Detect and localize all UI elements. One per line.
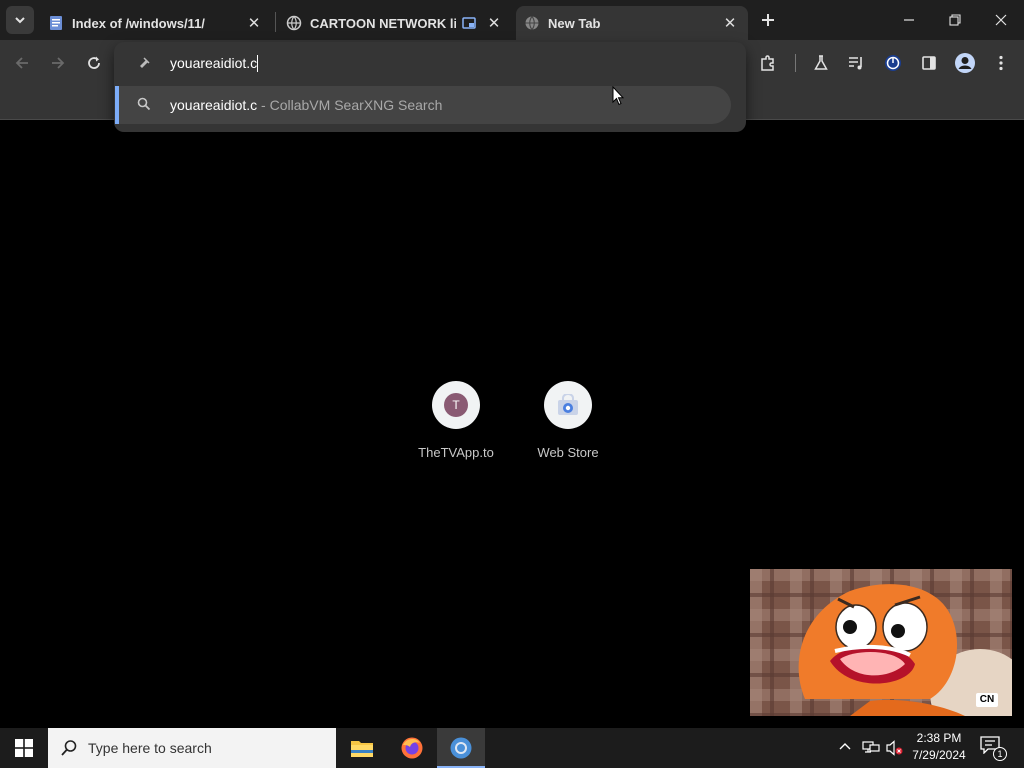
search-icon (137, 97, 151, 111)
tab-title: Index of /windows/11/ (72, 15, 205, 31)
taskbar-file-explorer[interactable] (338, 728, 386, 768)
suggestion-focus-indicator (115, 86, 119, 124)
suggestion-query: youareaidiot.c (170, 97, 258, 113)
restore-button[interactable] (932, 0, 978, 40)
volume-muted-icon[interactable] (886, 740, 904, 756)
notification-center-button[interactable]: 1 (980, 736, 1007, 762)
minimize-icon (904, 19, 914, 21)
arrow-left-icon (15, 57, 28, 69)
close-icon[interactable]: ✕ (246, 15, 262, 32)
profile-button[interactable] (952, 51, 978, 75)
restore-icon (949, 14, 961, 26)
extension-icon (885, 55, 901, 71)
omnibox-input-icon (136, 55, 152, 71)
site-icon (140, 57, 150, 68)
forward-button[interactable] (45, 51, 71, 75)
media-controls-button[interactable] (844, 51, 870, 75)
suggestion-detail: - CollabVM SearXNG Search (257, 97, 443, 113)
text-cursor (257, 55, 258, 72)
reload-button[interactable] (81, 51, 107, 75)
video-frame-image (750, 569, 1012, 716)
chrome-icon (450, 737, 472, 759)
tab-title: CARTOON NETWORK live s (310, 15, 456, 31)
taskbar-chrome[interactable] (437, 728, 485, 768)
back-button[interactable] (9, 51, 35, 75)
close-icon (995, 14, 1007, 26)
minimize-button[interactable] (886, 0, 932, 40)
close-icon[interactable]: ✕ (722, 15, 738, 32)
shortcut-label: Web Store (537, 445, 599, 460)
chevron-down-icon (15, 17, 25, 24)
tab-new-tab[interactable]: New Tab ✕ (516, 6, 748, 40)
flask-icon (814, 55, 828, 70)
extensions-button[interactable] (755, 51, 781, 75)
menu-button[interactable] (988, 51, 1014, 75)
chevron-up-icon (839, 743, 851, 750)
mouse-pointer-icon (612, 85, 625, 111)
picture-in-picture-video[interactable]: CN (750, 569, 1012, 716)
web-store-icon (558, 394, 578, 415)
network-icon[interactable] (862, 740, 880, 756)
tab-cartoon-network[interactable]: CARTOON NETWORK live s ✕ (276, 6, 512, 40)
arrow-right-icon (52, 57, 65, 69)
tab-strip: Index of /windows/11/ ✕ CARTOON NETWORK … (0, 0, 1024, 40)
close-icon[interactable]: ✕ (486, 15, 502, 32)
picture-in-picture-icon (462, 17, 476, 29)
reload-icon (88, 56, 100, 69)
clock-date: 7/29/2024 (912, 748, 966, 762)
plus-icon (762, 14, 774, 26)
shortcut-letter-avatar: T (444, 393, 468, 417)
labs-button[interactable] (808, 51, 834, 75)
toolbar-divider (795, 54, 796, 72)
firefox-icon (401, 737, 423, 759)
search-icon (61, 740, 77, 756)
suggestion-text: youareaidiot.c - CollabVM SearXNG Search (170, 97, 442, 113)
globe-icon (524, 15, 540, 31)
shortcut-tile: T (432, 381, 480, 429)
globe-icon (286, 15, 302, 31)
tab-search-button[interactable] (6, 6, 34, 34)
taskbar-search-box[interactable]: Type here to search (48, 728, 336, 768)
shortcut-thetvapp[interactable]: T TheTVApp.to (411, 381, 501, 460)
search-placeholder: Type here to search (88, 740, 212, 756)
tab-title: New Tab (548, 15, 601, 31)
folder-icon (351, 741, 373, 757)
omnibox-input[interactable]: youareaidiot.c (170, 55, 257, 71)
music-queue-icon (849, 57, 862, 70)
document-icon (48, 15, 64, 31)
taskbar-clock[interactable]: 2:38 PM 7/29/2024 (904, 730, 974, 764)
taskbar-firefox[interactable] (388, 728, 436, 768)
side-panel-icon (922, 56, 936, 70)
start-button[interactable] (0, 728, 48, 768)
more-vertical-icon (999, 55, 1003, 71)
shortcut-web-store[interactable]: Web Store (523, 381, 613, 460)
puzzle-icon (761, 55, 774, 71)
shortcut-tile (544, 381, 592, 429)
clock-time: 2:38 PM (916, 731, 962, 745)
extension-button[interactable] (880, 51, 906, 75)
windows-taskbar: Type here to search 1 (0, 728, 1024, 768)
new-tab-button[interactable] (756, 8, 780, 32)
windows-logo-icon (15, 739, 33, 757)
close-window-button[interactable] (978, 0, 1024, 40)
side-panel-button[interactable] (916, 51, 942, 75)
tab-index-windows[interactable]: Index of /windows/11/ ✕ (36, 6, 272, 40)
notification-count-badge: 1 (993, 747, 1007, 761)
channel-badge: CN (976, 693, 998, 707)
avatar-icon (955, 53, 975, 73)
show-hidden-icons-button[interactable] (838, 740, 854, 756)
shortcut-label: TheTVApp.to (418, 445, 494, 460)
